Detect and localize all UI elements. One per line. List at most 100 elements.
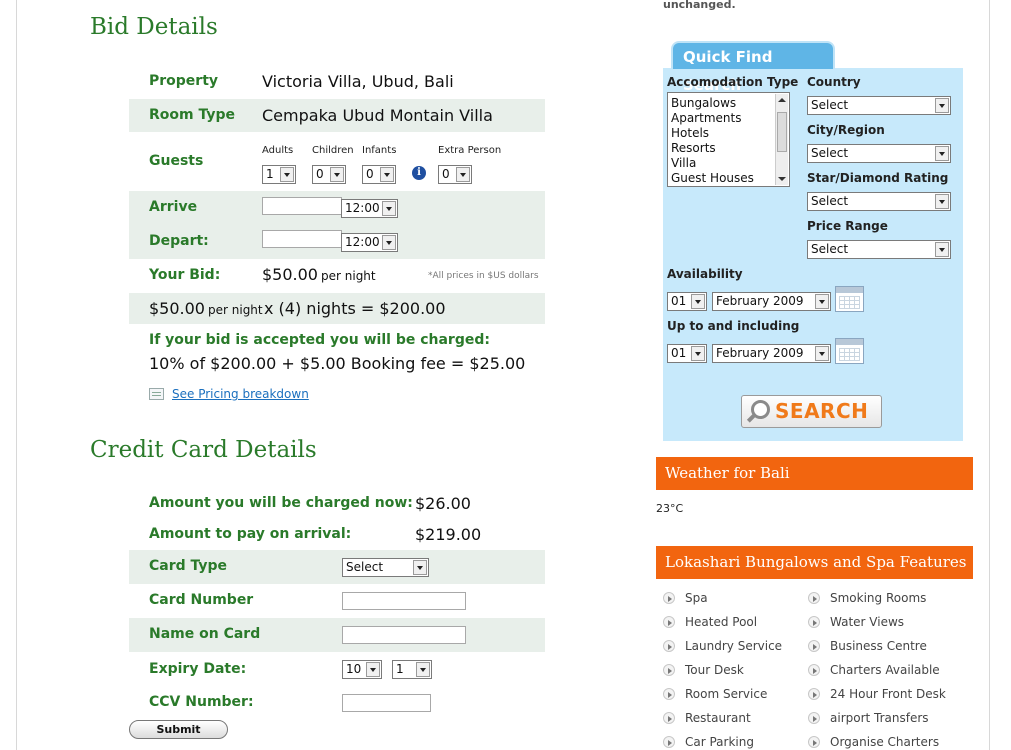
feature-item: Restaurant xyxy=(685,711,751,725)
children-header: Children xyxy=(312,145,354,156)
adults-header: Adults xyxy=(262,145,294,156)
chevron-down-icon xyxy=(815,294,829,309)
ccv-input[interactable] xyxy=(342,694,431,712)
infants-select[interactable]: 0 xyxy=(362,165,396,184)
card-type-row: Card Type Select xyxy=(129,550,545,584)
arrival-amount-value: $219.00 xyxy=(415,525,482,544)
list-item[interactable]: Apartments xyxy=(671,111,741,125)
city-region-select[interactable]: Select xyxy=(807,144,951,163)
charged-now-label: Amount you will be charged now: xyxy=(149,495,413,511)
search-button[interactable]: SEARCH xyxy=(741,395,882,428)
scroll-thumb[interactable] xyxy=(777,112,787,152)
chevron-down-icon xyxy=(815,346,829,361)
feature-item: Water Views xyxy=(830,615,905,629)
list-item[interactable]: Hotels xyxy=(671,126,709,140)
weather-heading: Weather for Bali xyxy=(656,457,973,490)
chevron-down-icon xyxy=(380,167,394,182)
children-select[interactable]: 0 xyxy=(312,165,346,184)
scroll-down-icon[interactable] xyxy=(778,177,786,181)
chevron-down-icon xyxy=(382,235,396,250)
bid-details-heading: Bid Details xyxy=(90,14,218,40)
usd-note: *All prices in $US dollars xyxy=(428,271,539,281)
feature-item: Business Centre xyxy=(830,639,927,653)
expiry-year-select[interactable]: 1 xyxy=(392,660,432,679)
card-number-row: Card Number xyxy=(129,584,545,618)
chevron-down-icon xyxy=(456,167,470,182)
card-type-select[interactable]: Select xyxy=(342,558,429,577)
feature-item: Car Parking xyxy=(685,735,754,749)
listbox-scrollbar[interactable] xyxy=(775,94,788,185)
bullet-icon xyxy=(808,592,820,604)
depart-label: Depart: xyxy=(149,233,209,249)
pricing-breakdown-link[interactable]: See Pricing breakdown xyxy=(172,387,309,401)
your-bid-row: Your Bid: $50.00 per night *All prices i… xyxy=(129,259,545,293)
ccv-label: CCV Number: xyxy=(149,694,254,710)
card-number-label: Card Number xyxy=(149,592,254,608)
arrive-date-input[interactable] xyxy=(262,197,342,215)
chevron-down-icon xyxy=(413,560,427,575)
ccv-row: CCV Number: xyxy=(129,686,545,720)
expiry-row: Expiry Date: 10 1 xyxy=(129,652,545,686)
card-number-input[interactable] xyxy=(342,592,466,610)
chevron-down-icon xyxy=(330,167,344,182)
feature-item: Charters Available xyxy=(830,663,940,677)
adults-select[interactable]: 1 xyxy=(262,165,296,184)
feature-item: Spa xyxy=(685,591,708,605)
feature-item: Heated Pool xyxy=(685,615,758,629)
availability-month-select[interactable]: February 2009 xyxy=(712,292,831,311)
name-on-card-input[interactable] xyxy=(342,626,466,644)
accom-type-listbox[interactable]: Bungalows Apartments Hotels Resorts Vill… xyxy=(667,92,790,187)
list-item[interactable]: Villa xyxy=(671,156,696,170)
calc-amount: $50.00 xyxy=(149,299,205,318)
extra-person-select[interactable]: 0 xyxy=(438,165,472,184)
calc-nights-total: x (4) nights = $200.00 xyxy=(264,299,446,318)
list-item[interactable]: Resorts xyxy=(671,141,716,155)
chevron-down-icon xyxy=(691,346,705,361)
up-to-day-select[interactable]: 01 xyxy=(667,344,707,363)
chevron-down-icon xyxy=(691,294,705,309)
up-to-label: Up to and including xyxy=(667,319,800,333)
star-rating-select[interactable]: Select xyxy=(807,192,951,211)
price-range-select[interactable]: Select xyxy=(807,240,951,259)
magnifier-icon xyxy=(751,400,770,419)
bullet-icon xyxy=(663,664,675,676)
per-night-text: per night xyxy=(321,269,376,283)
feature-item: Organise Charters xyxy=(830,735,940,749)
availability-day-select[interactable]: 01 xyxy=(667,292,707,311)
list-item[interactable]: Guest Houses xyxy=(671,171,754,185)
chevron-down-icon xyxy=(280,167,294,182)
list-item[interactable]: Bungalows xyxy=(671,96,736,110)
depart-date-input[interactable] xyxy=(262,230,342,248)
room-type-label: Room Type xyxy=(149,107,236,123)
feature-item: Tour Desk xyxy=(685,663,744,677)
city-region-label: City/Region xyxy=(807,123,885,137)
info-icon[interactable]: i xyxy=(412,166,426,180)
credit-card-heading: Credit Card Details xyxy=(90,437,317,463)
bullet-icon xyxy=(808,640,820,652)
arrival-amount-label: Amount to pay on arrival: xyxy=(149,526,352,542)
page-border-left xyxy=(16,0,17,750)
availability-label: Availability xyxy=(667,267,743,281)
arrive-time-select[interactable]: 12:00 xyxy=(341,199,398,218)
name-on-card-row: Name on Card xyxy=(129,618,545,652)
calendar-icon[interactable] xyxy=(835,286,864,312)
bullet-icon xyxy=(663,592,675,604)
accepted-calc: 10% of $200.00 + $5.00 Booking fee = $25… xyxy=(149,354,526,373)
top-note: unchanged. xyxy=(663,0,736,11)
property-label: Property xyxy=(149,73,219,89)
bullet-icon xyxy=(808,736,820,748)
bullet-icon xyxy=(663,640,675,652)
bullet-icon xyxy=(663,736,675,748)
depart-time-select[interactable]: 12:00 xyxy=(341,233,398,252)
price-range-label: Price Range xyxy=(807,219,888,233)
room-type-value: Cempaka Ubud Montain Villa xyxy=(262,106,493,125)
submit-button[interactable]: Submit xyxy=(129,720,228,739)
expiry-month-select[interactable]: 10 xyxy=(342,660,382,679)
calendar-icon[interactable] xyxy=(835,338,864,364)
up-to-month-select[interactable]: February 2009 xyxy=(712,344,831,363)
chevron-down-icon xyxy=(935,194,949,209)
room-type-row: Room Type Cempaka Ubud Montain Villa xyxy=(129,99,545,132)
scroll-up-icon[interactable] xyxy=(778,98,786,102)
features-heading: Lokashari Bungalows and Spa Features xyxy=(656,546,973,579)
country-select[interactable]: Select xyxy=(807,96,951,115)
